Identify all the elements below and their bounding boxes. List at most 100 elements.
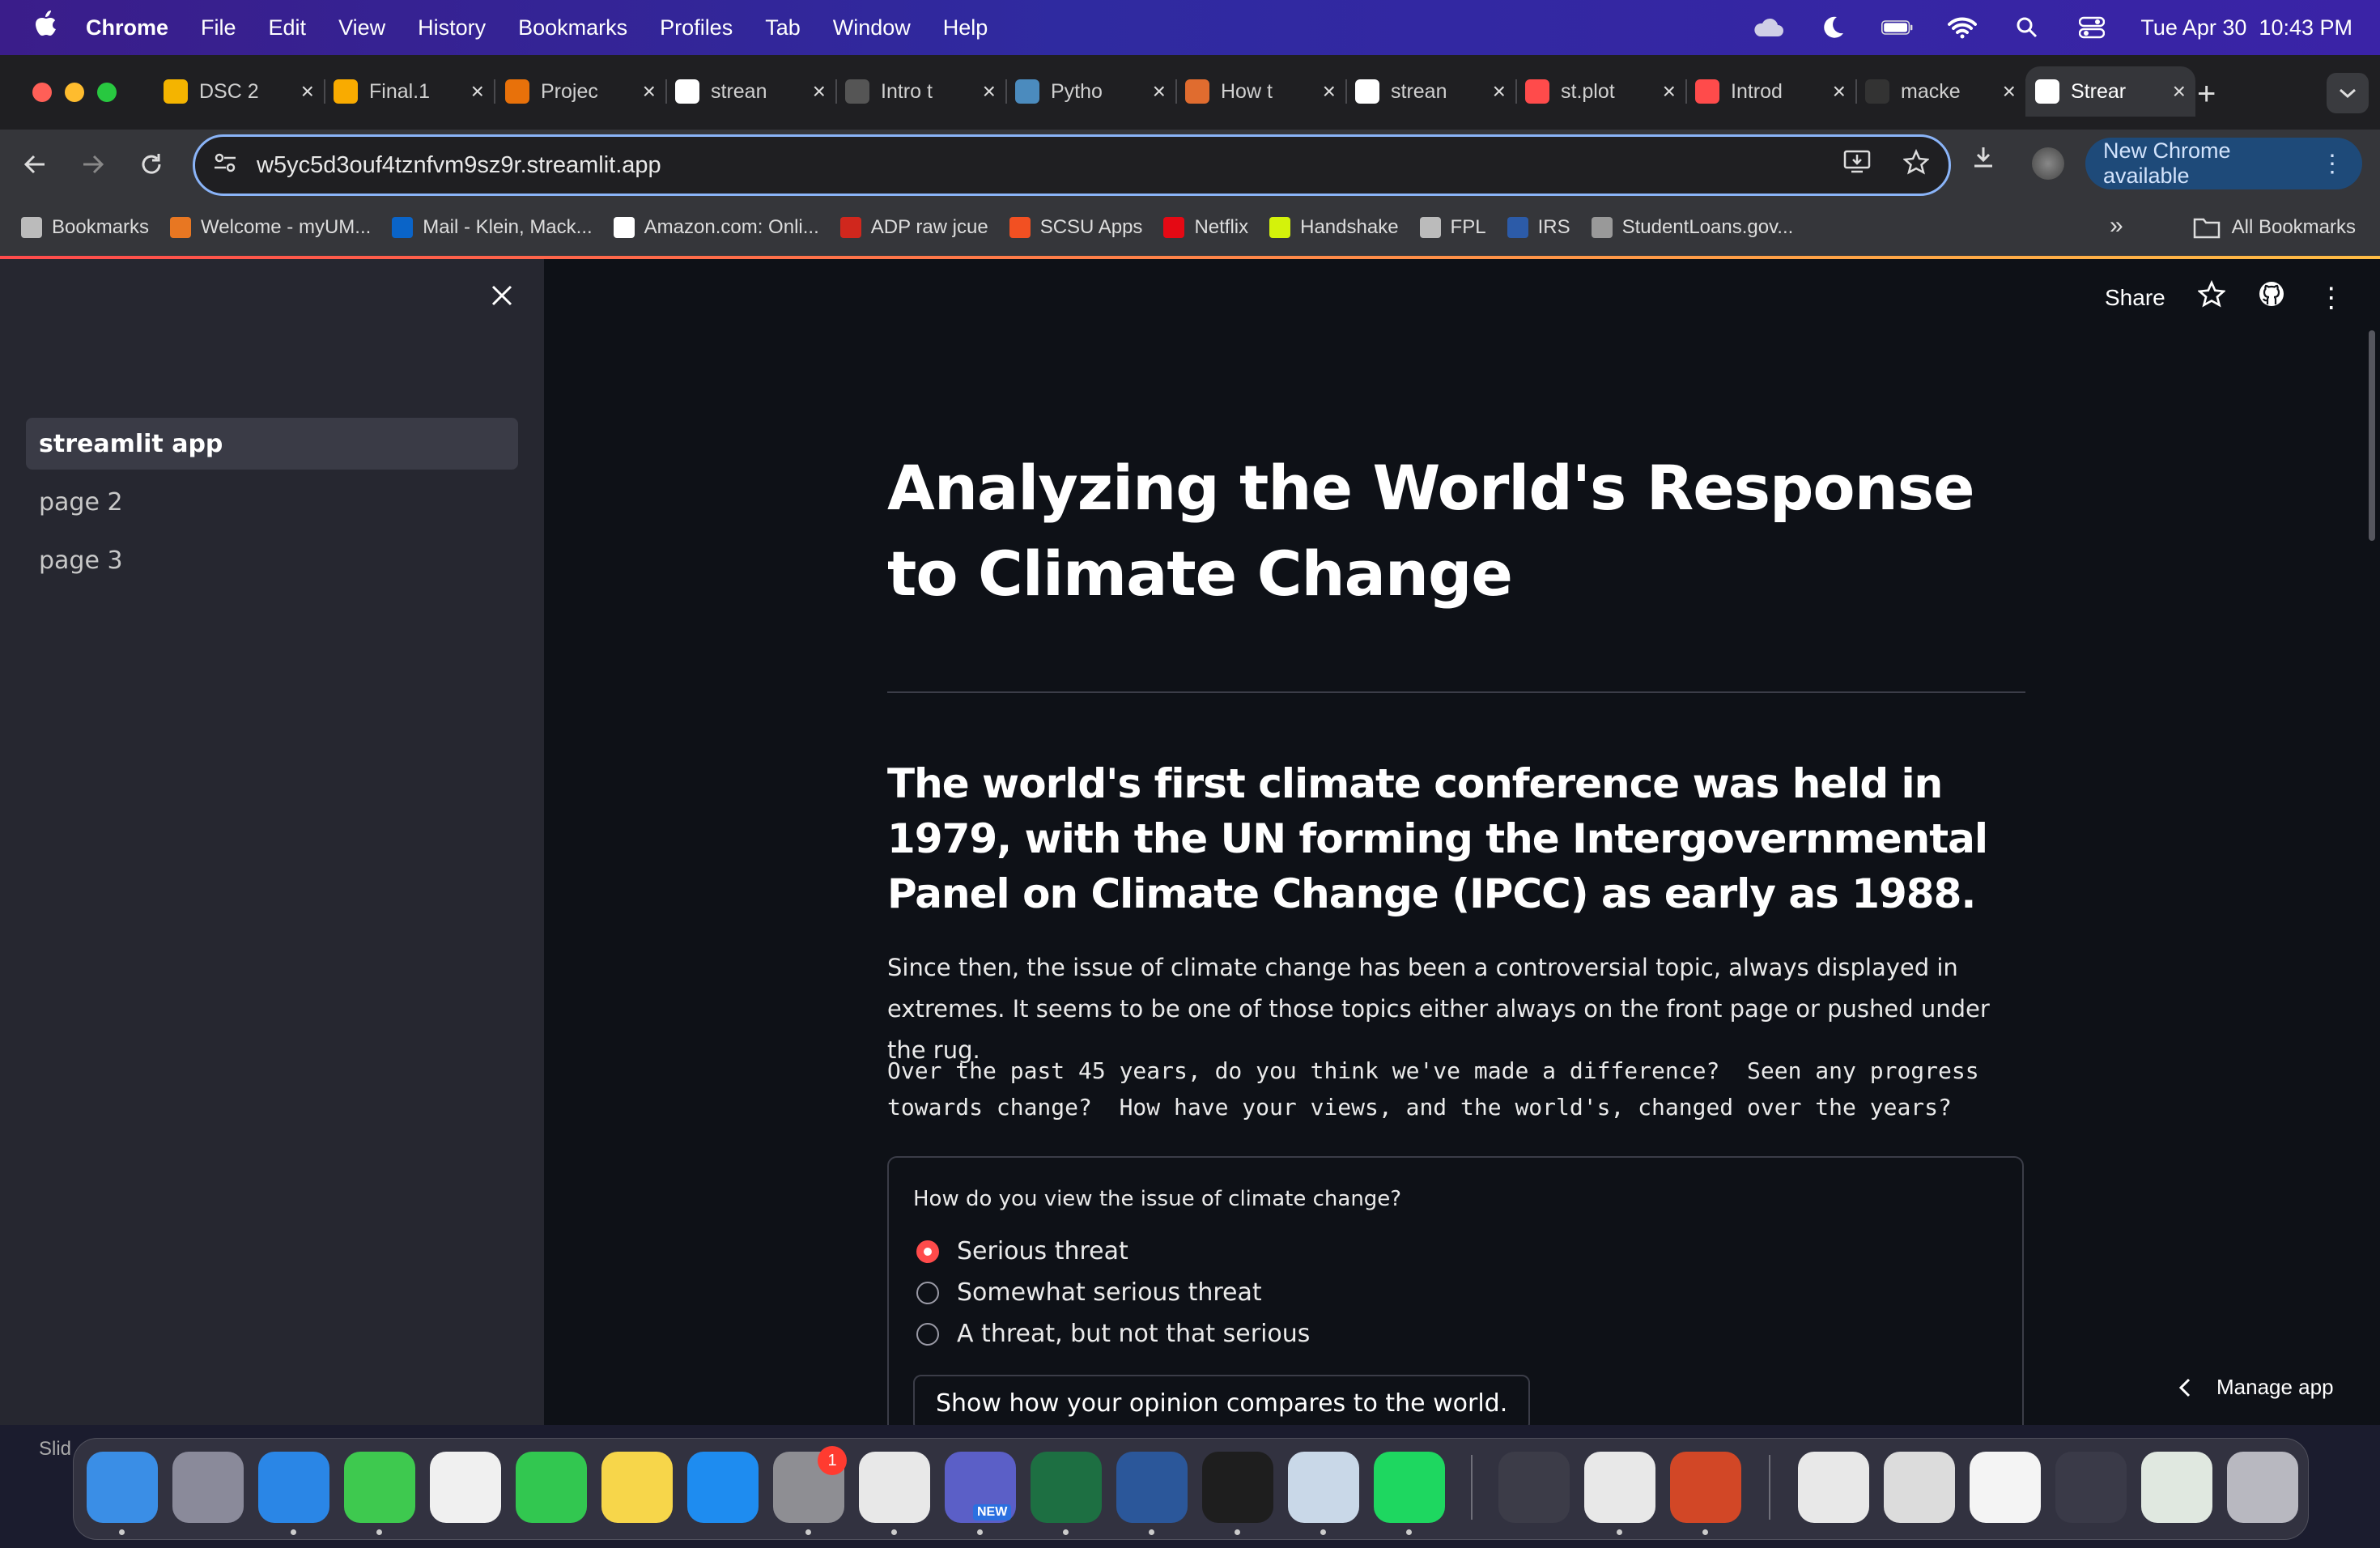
tab-12[interactable]: Strear × [2025,66,2195,117]
tab-close-icon[interactable]: × [471,79,484,104]
more-bookmarks-chevron-icon[interactable]: » [2110,212,2123,240]
all-bookmarks-button[interactable]: All Bookmarks [2193,199,2356,256]
tab-close-icon[interactable]: × [2003,79,2016,104]
tab-close-icon[interactable]: × [301,79,314,104]
photos-icon[interactable] [430,1452,501,1523]
apple-menu-icon[interactable] [31,10,60,45]
menu-tab[interactable]: Tab [765,15,801,40]
sidebar-item-page-2[interactable]: page 2 [26,476,518,528]
app-store-icon[interactable] [687,1452,759,1523]
tab-close-icon[interactable]: × [813,79,826,104]
favorite-star-icon[interactable] [2196,279,2226,315]
radio-selected-icon[interactable] [916,1240,939,1263]
page-scrollbar[interactable] [2369,330,2375,541]
downloads-icon[interactable] [1970,144,1996,177]
control-center-icon[interactable] [2076,11,2108,44]
radio-unselected-icon[interactable] [916,1281,939,1304]
back-button[interactable] [15,144,55,185]
bookmark-2[interactable]: Welcome - myUM... [170,216,371,239]
app-menu-more-icon[interactable]: ⋮ [2318,282,2345,314]
tab-close-icon[interactable]: × [1323,79,1336,104]
textedit-icon[interactable] [1584,1452,1655,1523]
menu-history[interactable]: History [418,15,486,40]
menubar-clock[interactable]: Tue Apr 30 10:43 PM [2140,15,2352,40]
tab-5[interactable]: Intro t × [835,66,1007,117]
bookmark-3[interactable]: Mail - Klein, Mack... [392,216,593,239]
window-zoom-button[interactable] [97,83,117,102]
tab-close-icon[interactable]: × [1663,79,1676,104]
bookmark-5[interactable]: ADP raw jcue [839,216,988,239]
bookmark-4[interactable]: Amazon.com: Onli... [613,216,819,239]
tab-close-icon[interactable]: × [1153,79,1166,104]
quicktime-icon[interactable] [1498,1452,1570,1523]
recent-chrome-window-icon[interactable] [1884,1452,1955,1523]
manage-app-button[interactable]: Manage app [2178,1375,2334,1400]
menu-window[interactable]: Window [833,15,911,40]
tab-9[interactable]: st.plot × [1515,66,1687,117]
spotify-icon[interactable] [1374,1452,1445,1523]
bookmark-11[interactable]: StudentLoans.gov... [1591,216,1793,239]
battery-icon[interactable] [1881,11,1914,44]
close-sidebar-icon[interactable] [491,279,513,315]
python-launcher-icon[interactable] [1288,1452,1359,1523]
sidebar-item-streamlit-app[interactable]: streamlit app [26,418,518,470]
spotlight-search-icon[interactable] [2011,11,2043,44]
tab-11[interactable]: macke × [1855,66,2027,117]
excel-icon[interactable] [1031,1452,1102,1523]
word-icon[interactable] [1116,1452,1188,1523]
terminal-icon[interactable] [1202,1452,1273,1523]
tab-close-icon[interactable]: × [1833,79,1846,104]
address-url[interactable]: w5yc5d3ouf4tznfvm9sz9r.streamlit.app [257,152,661,179]
menu-view[interactable]: View [338,15,385,40]
bookmark-1[interactable]: Bookmarks [21,216,149,239]
radio-option-somewhat-serious[interactable]: Somewhat serious threat [916,1278,1262,1307]
recent-spreadsheet-window-icon[interactable] [2141,1452,2212,1523]
recent-document-icon[interactable] [1798,1452,1869,1523]
tab-3[interactable]: Projec × [495,66,667,117]
recent-blank-window-icon[interactable] [1970,1452,2041,1523]
github-icon[interactable] [2258,280,2285,315]
new-tab-button[interactable]: + [2197,76,2216,113]
site-info-icon[interactable] [213,152,240,179]
tab-search-button[interactable] [2327,73,2369,113]
bookmark-star-icon[interactable] [1902,148,1931,181]
finder-icon[interactable] [87,1452,158,1523]
menu-file[interactable]: File [201,15,236,40]
install-app-icon[interactable] [1843,149,1871,181]
messages-icon[interactable] [344,1452,415,1523]
menu-edit[interactable]: Edit [269,15,307,40]
menu-help[interactable]: Help [943,15,988,40]
share-button[interactable]: Share [2105,285,2165,311]
tab-1[interactable]: DSC 2 × [154,66,325,117]
recent-finder-window-icon[interactable] [2055,1452,2127,1523]
tab-10[interactable]: Introd × [1685,66,1857,117]
more-vert-icon[interactable]: ⋮ [2320,150,2344,178]
bookmark-6[interactable]: SCSU Apps [1009,216,1142,239]
radio-option-serious-threat[interactable]: Serious threat [916,1237,1128,1265]
tab-close-icon[interactable]: × [643,79,656,104]
icloud-icon[interactable] [1752,11,1784,44]
bookmark-7[interactable]: Netflix [1163,216,1248,239]
tab-6[interactable]: Pytho × [1005,66,1177,117]
bookmark-9[interactable]: FPL [1419,216,1486,239]
menu-bookmarks[interactable]: Bookmarks [518,15,627,40]
update-chrome-button[interactable]: New Chrome available ⋮ [2085,138,2362,189]
tab-close-icon[interactable]: × [2173,79,2186,104]
compare-opinion-button[interactable]: Show how your opinion compares to the wo… [913,1375,1531,1431]
forward-button[interactable] [73,144,113,185]
focus-moon-icon[interactable] [1817,11,1849,44]
address-bar[interactable]: w5yc5d3ouf4tznfvm9sz9r.streamlit.app [193,134,1951,196]
notes-icon[interactable] [601,1452,673,1523]
safari-icon[interactable] [258,1452,329,1523]
radio-option-not-that-serious[interactable]: A threat, but not that serious [916,1320,1310,1348]
menu-app-name[interactable]: Chrome [86,15,168,40]
tab-2[interactable]: Final.1 × [324,66,495,117]
bookmark-10[interactable]: IRS [1507,216,1570,239]
reload-button[interactable] [131,144,172,185]
tab-close-icon[interactable]: × [1493,79,1506,104]
tab-7[interactable]: How t × [1175,66,1347,117]
profile-avatar[interactable] [2032,147,2064,180]
window-close-button[interactable] [32,83,52,102]
trash-icon[interactable] [2227,1452,2298,1523]
facetime-icon[interactable] [516,1452,587,1523]
